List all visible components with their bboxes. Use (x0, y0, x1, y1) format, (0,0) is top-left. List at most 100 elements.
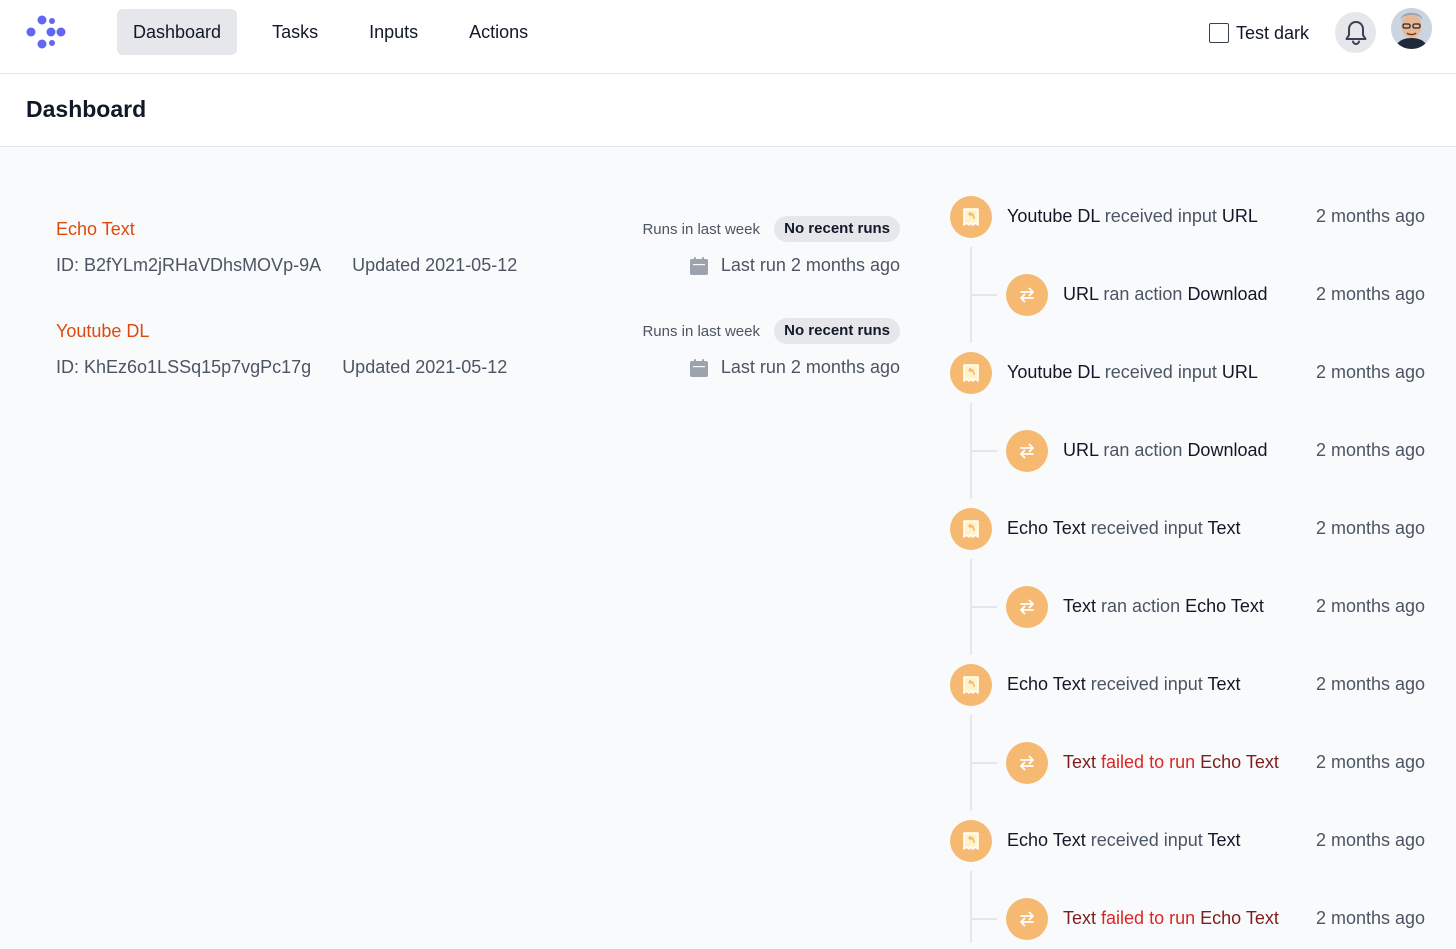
activity-object[interactable]: URL (1222, 362, 1258, 382)
task-id: ID: KhEz6o1LSSq15p7vgPc17g (56, 357, 311, 378)
timeline-branch (972, 918, 1000, 920)
test-dark-toggle[interactable]: Test dark (1209, 20, 1309, 46)
activity-timestamp: 2 months ago (1316, 908, 1425, 929)
activity-icon-wrapper (941, 187, 1001, 247)
activity-verb: failed to run (1101, 908, 1195, 928)
runs-in-last-week-label: Runs in last week (642, 221, 760, 238)
input-icon (950, 352, 992, 394)
activity-timestamp: 2 months ago (1316, 440, 1425, 461)
activity-subject[interactable]: Echo Text (1007, 830, 1086, 850)
task-item: Echo Text ID: B2fYLm2jRHaVDhsMOVp-9A Upd… (56, 219, 900, 289)
activity-verb: ran action (1103, 440, 1182, 460)
timeline-branch (972, 606, 1000, 608)
calendar-icon (689, 358, 709, 378)
activity-event-text: Text failed to run Echo Text (1063, 752, 1279, 773)
action-icon (1006, 586, 1048, 628)
activity-event-text: Echo Text received input Text (1007, 518, 1241, 539)
bell-icon (1344, 20, 1368, 46)
activity-icon-wrapper (997, 421, 1057, 481)
activity-icon-wrapper (941, 343, 1001, 403)
activity-timestamp: 2 months ago (1316, 830, 1425, 851)
task-item: Youtube DL ID: KhEz6o1LSSq15p7vgPc17g Up… (56, 321, 900, 391)
user-photo-icon (1391, 8, 1432, 49)
activity-verb: received input (1105, 362, 1217, 382)
activity-event-text: Echo Text received input Text (1007, 674, 1241, 695)
activity-subject[interactable]: URL (1063, 440, 1098, 460)
app-logo-icon[interactable] (24, 12, 68, 52)
activity-timestamp: 2 months ago (1316, 362, 1425, 383)
activity-subject[interactable]: Youtube DL (1007, 206, 1100, 226)
activity-event-text: URL ran action Download (1063, 284, 1268, 305)
activity-event-text: Text ran action Echo Text (1063, 596, 1264, 617)
activity-subject[interactable]: Text (1063, 596, 1096, 616)
activity-subject[interactable]: Echo Text (1007, 518, 1086, 538)
main-nav: Dashboard Tasks Inputs Actions (117, 9, 563, 55)
test-dark-label: Test dark (1236, 23, 1309, 44)
test-dark-checkbox[interactable] (1209, 23, 1229, 43)
activity-event-text: URL ran action Download (1063, 440, 1268, 461)
activity-subject[interactable]: Text (1063, 752, 1096, 772)
activity-event-text: Echo Text received input Text (1007, 830, 1241, 851)
task-updated: Updated 2021-05-12 (352, 255, 517, 276)
task-meta: ID: B2fYLm2jRHaVDhsMOVp-9A Updated 2021-… (56, 255, 517, 276)
activity-object[interactable]: Echo Text (1200, 752, 1279, 772)
nav-inputs[interactable]: Inputs (353, 9, 434, 55)
activity-verb: received input (1091, 830, 1203, 850)
activity-object[interactable]: URL (1222, 206, 1258, 226)
activity-icon-wrapper (941, 655, 1001, 715)
nav-actions[interactable]: Actions (453, 9, 544, 55)
activity-timestamp: 2 months ago (1316, 674, 1425, 695)
top-navbar: Dashboard Tasks Inputs Actions Test dark (0, 0, 1456, 74)
activity-verb: received input (1091, 674, 1203, 694)
activity-subject[interactable]: Youtube DL (1007, 362, 1100, 382)
last-run: Last run 2 months ago (689, 255, 900, 276)
last-run-text: Last run 2 months ago (721, 357, 900, 378)
activity-verb: failed to run (1101, 752, 1195, 772)
activity-icon-wrapper (941, 811, 1001, 871)
activity-object[interactable]: Text (1208, 674, 1241, 694)
task-name-link[interactable]: Echo Text (56, 219, 135, 240)
activity-object[interactable]: Text (1208, 830, 1241, 850)
activity-subject[interactable]: URL (1063, 284, 1098, 304)
task-name-link[interactable]: Youtube DL (56, 321, 149, 342)
activity-subject[interactable]: Text (1063, 908, 1096, 928)
activity-icon-wrapper (997, 889, 1057, 949)
activity-object[interactable]: Download (1187, 440, 1267, 460)
runs-in-last-week-label: Runs in last week (642, 323, 760, 340)
action-icon (1006, 430, 1048, 472)
activity-subject[interactable]: Echo Text (1007, 674, 1086, 694)
activity-timestamp: 2 months ago (1316, 518, 1425, 539)
task-updated: Updated 2021-05-12 (342, 357, 507, 378)
activity-object[interactable]: Download (1187, 284, 1267, 304)
user-avatar[interactable] (1391, 8, 1432, 49)
activity-timestamp: 2 months ago (1316, 752, 1425, 773)
input-icon (950, 664, 992, 706)
input-icon (950, 196, 992, 238)
timeline-branch (972, 762, 1000, 764)
task-meta: ID: KhEz6o1LSSq15p7vgPc17g Updated 2021-… (56, 357, 507, 378)
activity-timestamp: 2 months ago (1316, 284, 1425, 305)
nav-dashboard[interactable]: Dashboard (117, 9, 237, 55)
activity-verb: ran action (1101, 596, 1180, 616)
action-icon (1006, 898, 1048, 940)
input-icon (950, 820, 992, 862)
activity-icon-wrapper (997, 577, 1057, 637)
activity-object[interactable]: Text (1208, 518, 1241, 538)
runs-status-badge: No recent runs (774, 318, 900, 344)
input-icon (950, 508, 992, 550)
timeline-branch (972, 450, 1000, 452)
page-title: Dashboard (26, 96, 146, 123)
action-icon (1006, 274, 1048, 316)
activity-event-text: Text failed to run Echo Text (1063, 908, 1279, 929)
activity-event-text: Youtube DL received input URL (1007, 362, 1258, 383)
activity-verb: received input (1091, 518, 1203, 538)
nav-tasks[interactable]: Tasks (256, 9, 334, 55)
page-header: Dashboard (0, 74, 1456, 147)
activity-timestamp: 2 months ago (1316, 206, 1425, 227)
activity-icon-wrapper (941, 499, 1001, 559)
notifications-button[interactable] (1335, 12, 1376, 53)
calendar-icon (689, 256, 709, 276)
activity-object[interactable]: Echo Text (1185, 596, 1264, 616)
activity-object[interactable]: Echo Text (1200, 908, 1279, 928)
activity-verb: received input (1105, 206, 1217, 226)
